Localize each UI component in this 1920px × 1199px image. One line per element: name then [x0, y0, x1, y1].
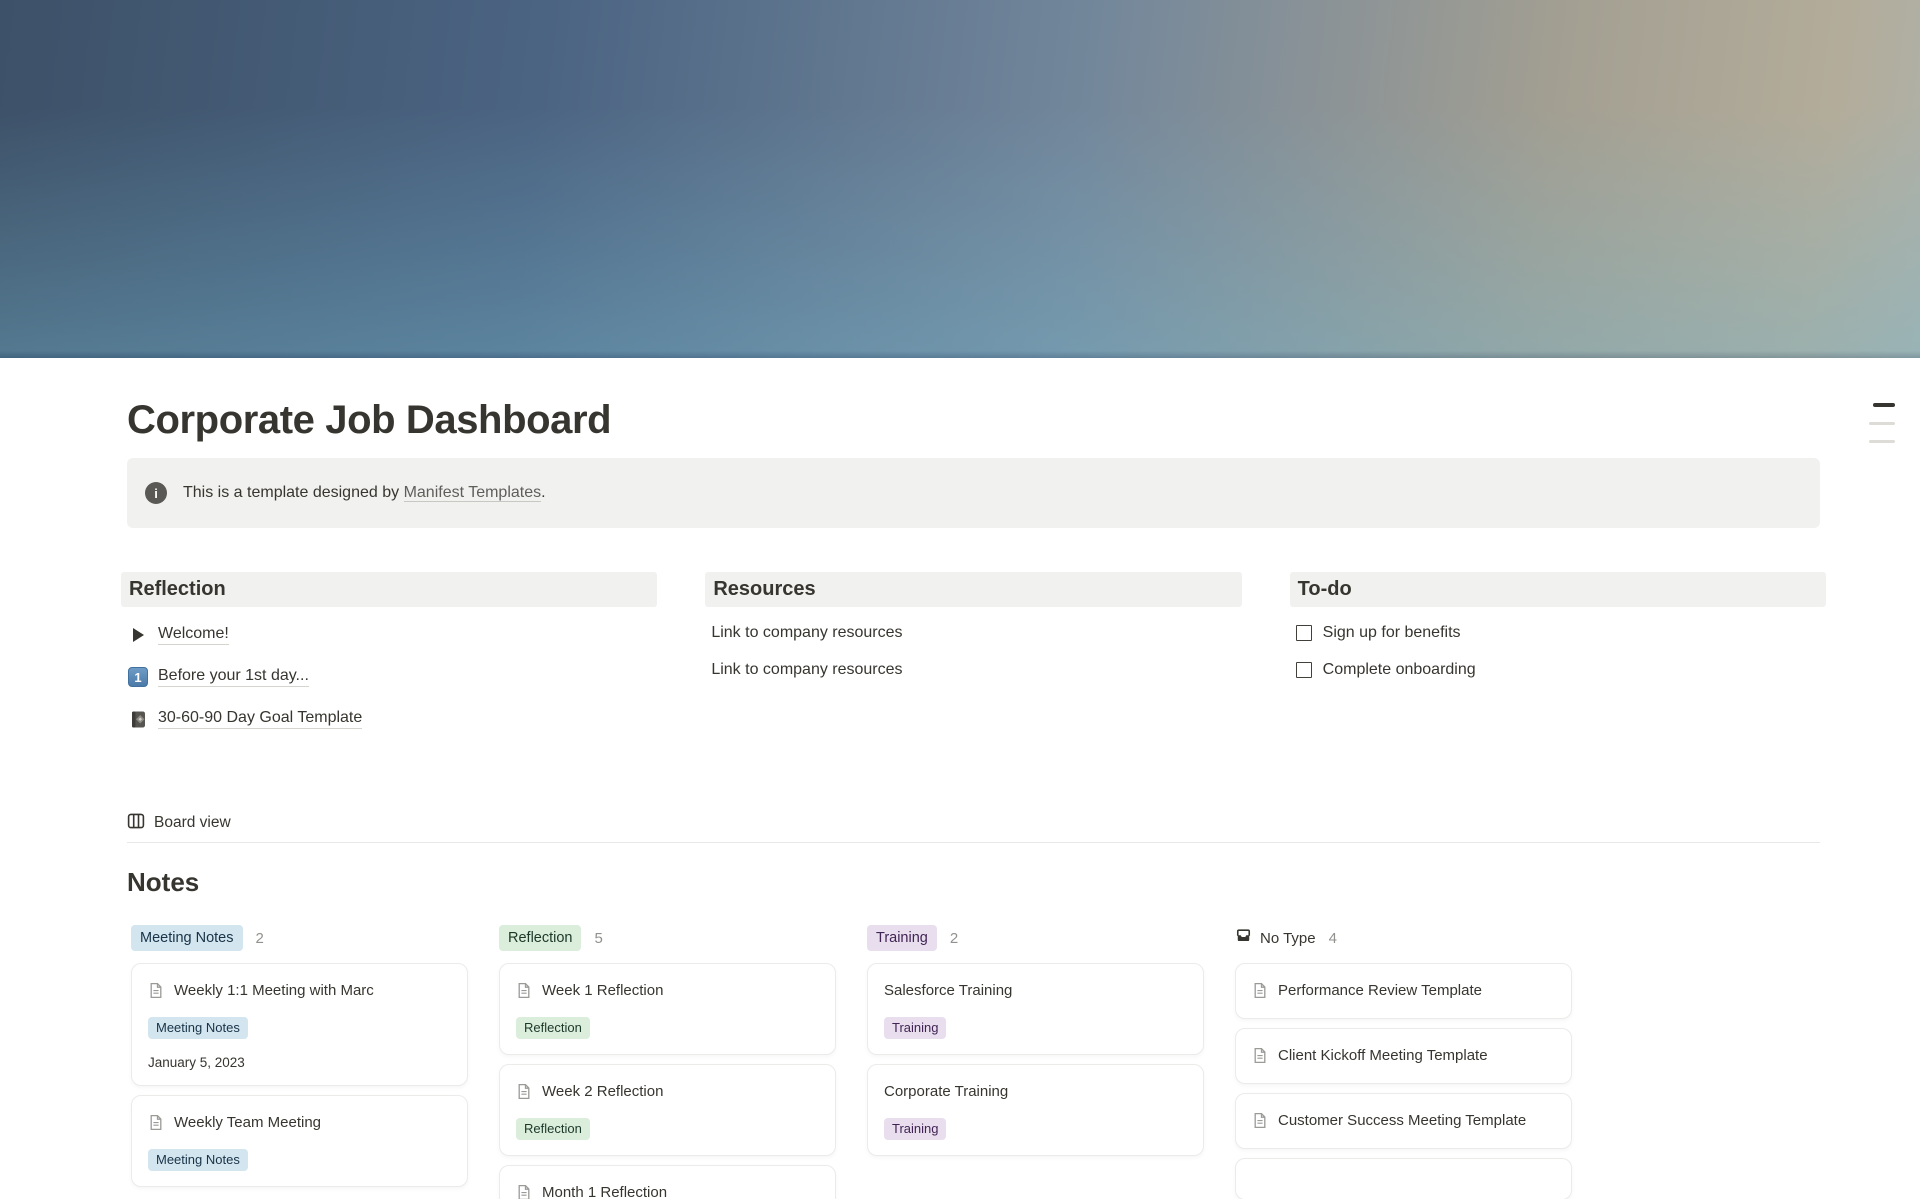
- card[interactable]: Week 1 Reflection Reflection: [499, 963, 836, 1055]
- card[interactable]: Customer Success Meeting Template: [1235, 1093, 1572, 1149]
- callout-text-after: .: [541, 484, 545, 501]
- card-tag: Reflection: [516, 1118, 590, 1140]
- page-link-row: 1 Before your 1st day...: [127, 656, 651, 698]
- todo-item: Sign up for benefits: [1296, 614, 1820, 651]
- card-title: Client Kickoff Meeting Template: [1278, 1043, 1488, 1068]
- group-pill: Reflection: [499, 925, 581, 951]
- card[interactable]: Salesforce Training Training: [867, 963, 1204, 1055]
- manifest-templates-link[interactable]: Manifest Templates: [404, 484, 542, 502]
- page-icon: [1252, 1047, 1268, 1064]
- card[interactable]: Client Kickoff Meeting Template: [1235, 1028, 1572, 1084]
- notebook-icon: [127, 710, 149, 729]
- page-icon: [148, 982, 164, 999]
- page-icon: [516, 982, 532, 999]
- page-title: Corporate Job Dashboard: [127, 396, 1820, 444]
- card-title: Salesforce Training: [884, 978, 1012, 1003]
- card[interactable]: Corporate Training Training: [867, 1064, 1204, 1156]
- group-count: 5: [594, 930, 602, 947]
- card-title: Customer Success Meeting Template: [1278, 1108, 1526, 1133]
- template-callout: i This is a template designed by Manifes…: [127, 458, 1820, 528]
- board-column-reflection: Reflection 5 Week 1 Reflection Reflectio…: [499, 925, 836, 1199]
- resource-item: Link to company resources: [711, 651, 1235, 688]
- board-column-training: Training 2 Salesforce Training Training …: [867, 925, 1204, 1199]
- callout-text-before: This is a template designed by: [183, 484, 404, 501]
- section-header-reflection: Reflection: [121, 572, 657, 607]
- page-icon: [1252, 1112, 1268, 1129]
- card-title: Week 1 Reflection: [542, 978, 663, 1003]
- keycap-1-icon: 1: [127, 667, 149, 687]
- group-name: No Type: [1260, 930, 1316, 947]
- page-link-30-60-90[interactable]: 30-60-90 Day Goal Template: [158, 709, 362, 729]
- cover-image: [0, 0, 1920, 358]
- notion-page: Corporate Job Dashboard i This is a temp…: [0, 0, 1920, 1199]
- card-tag: Meeting Notes: [148, 1017, 248, 1039]
- column-todo: To-do Sign up for benefits Complete onbo…: [1296, 572, 1820, 740]
- group-count: 2: [256, 930, 264, 947]
- group-pill: Meeting Notes: [131, 925, 243, 951]
- page-link-row: Welcome!: [127, 614, 651, 656]
- group-count: 2: [950, 930, 958, 947]
- card-title: Performance Review Template: [1278, 978, 1482, 1003]
- resource-item: Link to company resources: [711, 614, 1235, 651]
- page-icon: [516, 1083, 532, 1100]
- card-date: January 5, 2023: [148, 1055, 451, 1070]
- checkbox-unchecked-icon[interactable]: [1296, 662, 1312, 678]
- board-column-no-type: No Type 4 Performance Review Template Cl…: [1235, 925, 1572, 1199]
- column-resources: Resources Link to company resources Link…: [711, 572, 1235, 740]
- card[interactable]: Month 1 Reflection: [499, 1165, 836, 1199]
- page-link-welcome[interactable]: Welcome!: [158, 625, 229, 645]
- card-title: Month 1 Reflection: [542, 1180, 667, 1199]
- board-column-meeting-notes: Meeting Notes 2 Weekly 1:1 Meeting with …: [131, 925, 468, 1199]
- board-view-icon: [127, 812, 145, 835]
- card[interactable]: Performance Review Template: [1235, 963, 1572, 1019]
- group-count: 4: [1329, 930, 1337, 947]
- page-icon: [516, 1184, 532, 1199]
- toggle-triangle-icon[interactable]: [127, 628, 149, 642]
- todo-item: Complete onboarding: [1296, 651, 1820, 688]
- card-tag: Training: [884, 1017, 946, 1039]
- board-view: Meeting Notes 2 Weekly 1:1 Meeting with …: [127, 925, 1820, 1199]
- toc-bar[interactable]: [1873, 403, 1895, 407]
- board-section-title: Notes: [127, 865, 1820, 899]
- card[interactable]: Weekly 1:1 Meeting with Marc Meeting Not…: [131, 963, 468, 1086]
- group-pill: Training: [867, 925, 937, 951]
- card[interactable]: Weekly Team Meeting Meeting Notes: [131, 1095, 468, 1187]
- page-link-row: 30-60-90 Day Goal Template: [127, 698, 651, 740]
- column-reflection: Reflection Welcome! 1 Before your 1st da…: [127, 572, 651, 740]
- inbox-icon: [1235, 927, 1252, 949]
- checkbox-unchecked-icon[interactable]: [1296, 625, 1312, 641]
- card-title: Weekly 1:1 Meeting with Marc: [174, 978, 374, 1003]
- card-tag: Reflection: [516, 1017, 590, 1039]
- section-header-todo: To-do: [1290, 572, 1826, 607]
- board-view-tab[interactable]: Board view: [127, 810, 231, 836]
- page-icon: [148, 1114, 164, 1131]
- section-header-resources: Resources: [705, 572, 1241, 607]
- card-title: Weekly Team Meeting: [174, 1110, 321, 1135]
- card-title: Week 2 Reflection: [542, 1079, 663, 1104]
- card[interactable]: Week 2 Reflection Reflection: [499, 1064, 836, 1156]
- card-partial[interactable]: [1235, 1158, 1572, 1199]
- page-link-before-first-day[interactable]: Before your 1st day...: [158, 667, 309, 687]
- page-icon: [1252, 982, 1268, 999]
- info-icon: i: [145, 482, 167, 504]
- callout-text: This is a template designed by Manifest …: [183, 484, 546, 502]
- toc-bar[interactable]: [1869, 440, 1895, 443]
- divider: [127, 842, 1820, 843]
- card-tag: Training: [884, 1118, 946, 1140]
- toc-indicator-icon[interactable]: [1869, 403, 1895, 443]
- card-title: Corporate Training: [884, 1079, 1008, 1104]
- card-tag: Meeting Notes: [148, 1149, 248, 1171]
- toc-bar[interactable]: [1869, 422, 1895, 425]
